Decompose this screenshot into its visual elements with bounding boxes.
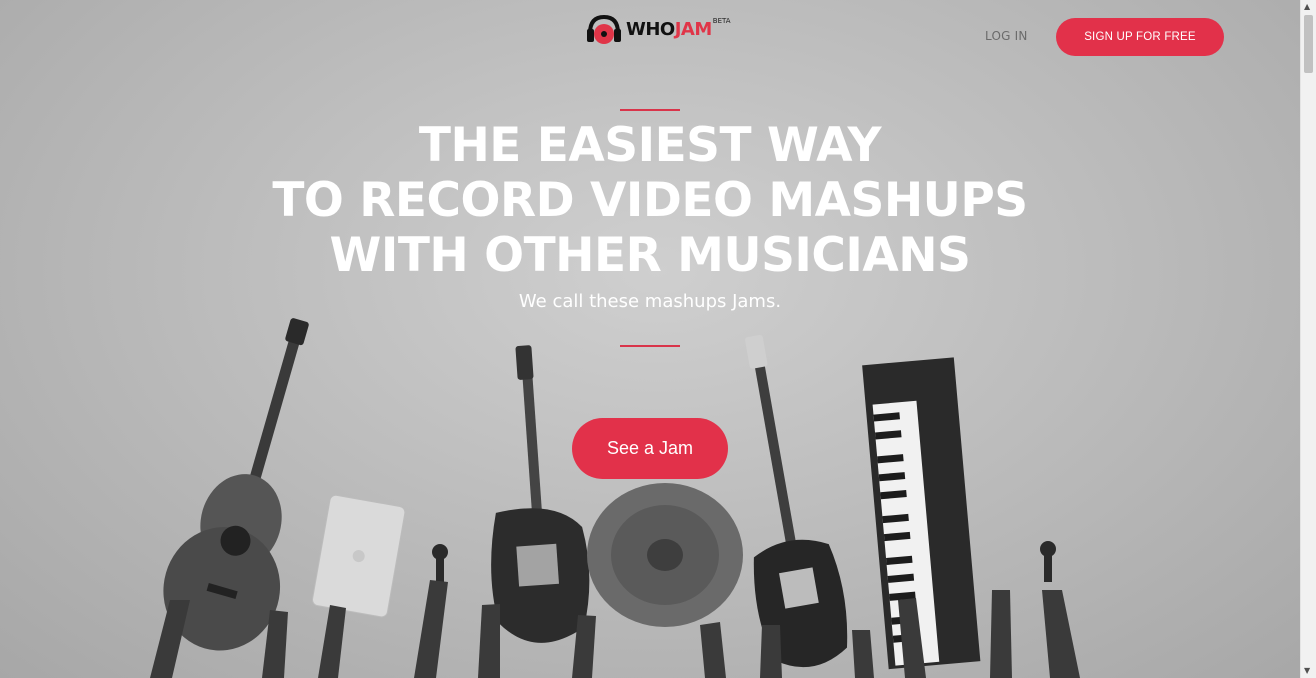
hero-background-image xyxy=(150,318,1080,678)
cymbal-icon xyxy=(587,483,743,627)
keyboard-icon xyxy=(862,357,981,670)
electric-guitar-icon xyxy=(491,345,590,643)
signup-button[interactable]: SIGN UP FOR FREE xyxy=(1056,18,1224,56)
hero-headline-line-2: TO RECORD VIDEO MASHUPS xyxy=(272,173,1028,228)
logo-who: WHO xyxy=(626,19,675,40)
laptop-icon xyxy=(311,494,406,618)
hero-headline: THE EASIEST WAY TO RECORD VIDEO MASHUPS … xyxy=(200,118,1100,283)
whojam-logo[interactable]: WHOJAM BETA xyxy=(586,12,731,48)
hero-headline-line-3: WITH OTHER MUSICIANS xyxy=(329,228,971,283)
page-scrollbar[interactable]: ▲ ▼ xyxy=(1300,0,1316,678)
headline-rule-bottom xyxy=(620,345,680,347)
headphones-record-icon xyxy=(587,14,621,44)
login-link[interactable]: LOG IN xyxy=(985,29,1028,43)
scrollbar-thumb[interactable] xyxy=(1304,15,1313,73)
headline-rule-top xyxy=(620,109,680,111)
landing-page: WHOJAM BETA LOG IN SIGN UP FOR FREE THE … xyxy=(0,0,1316,678)
see-a-jam-button[interactable]: See a Jam xyxy=(572,418,728,479)
hero-headline-line-1: THE EASIEST WAY xyxy=(418,118,882,173)
hero-subheadline: We call these mashups Jams. xyxy=(518,291,782,312)
triangle-down-icon[interactable]: ▼ xyxy=(1304,667,1310,675)
logo-beta-badge: BETA xyxy=(712,17,731,25)
logo-jam: JAM xyxy=(674,19,713,40)
triangle-up-icon[interactable]: ▲ xyxy=(1304,3,1310,11)
logo-wordmark: WHOJAM xyxy=(626,21,712,39)
bass-guitar-icon xyxy=(745,334,848,668)
